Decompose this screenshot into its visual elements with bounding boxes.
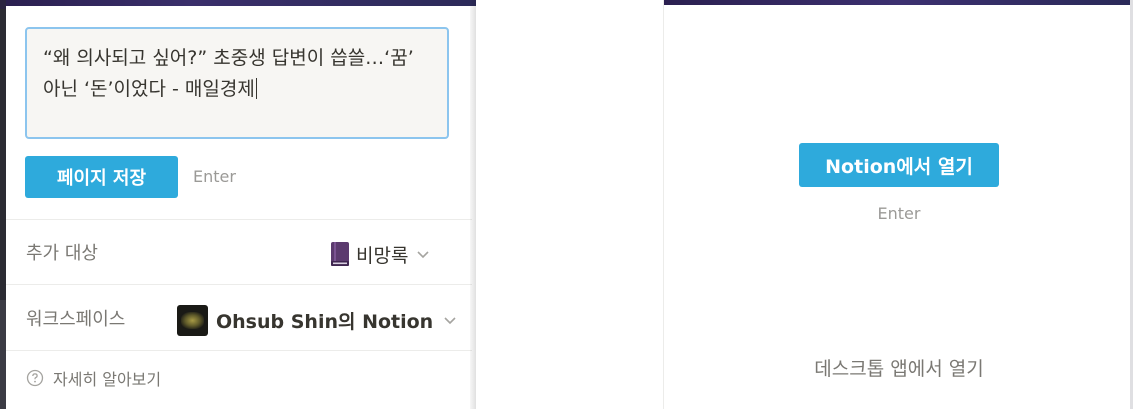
workspace-select[interactable]: Ohsub Shin의 Notion (177, 304, 457, 336)
book-icon (331, 242, 349, 266)
add-to-value: 비망록 (356, 244, 409, 267)
save-shortcut-hint: Enter (193, 167, 236, 186)
save-page-button[interactable]: 페이지 저장 (25, 156, 178, 198)
add-to-label: 추가 대상 (26, 243, 98, 264)
learn-more-link[interactable]: 자세히 알아보기 (26, 366, 161, 390)
divider (6, 284, 472, 285)
chevron-down-icon (444, 317, 456, 325)
learn-more-label: 자세히 알아보기 (53, 370, 162, 389)
window-right-shadow (470, 0, 476, 409)
window-top-edge (664, 0, 1133, 5)
page-title-text[interactable]: “왜 의사되고 싶어?” 초중생 답변이 씁쓸…‘꿈’ 아닌 ‘돈’이었다 - … (43, 43, 433, 105)
workspace-value: Ohsub Shin의 Notion (216, 310, 434, 333)
chevron-down-icon (417, 251, 430, 259)
clipper-window: “왜 의사되고 싶어?” 초중생 답변이 씁쓸…‘꿈’ 아닌 ‘돈’이었다 - … (0, 0, 476, 409)
clipper-popup: “왜 의사되고 싶어?” 초중생 답변이 씁쓸…‘꿈’ 아닌 ‘돈’이었다 - … (6, 6, 472, 409)
add-to-select[interactable]: 비망록 (330, 238, 430, 270)
open-in-desktop-app-link[interactable]: 데스크톱 앱에서 열기 (664, 354, 1133, 381)
help-circle-icon (26, 369, 44, 387)
text-caret (255, 78, 257, 99)
workspace-label: 워크스페이스 (26, 309, 126, 330)
page-title-value: “왜 의사되고 싶어?” 초중생 답변이 씁쓸…‘꿈’ 아닌 ‘돈’이었다 - … (43, 47, 414, 100)
open-shortcut-hint: Enter (877, 204, 921, 223)
open-panel: Notion에서 열기 Enter 데스크톱 앱에서 열기 (663, 0, 1133, 409)
open-in-notion-button[interactable]: Notion에서 열기 (799, 143, 999, 187)
divider (6, 350, 472, 351)
divider (6, 219, 472, 220)
workspace-avatar (177, 304, 208, 336)
page-title-input[interactable]: “왜 의사되고 싶어?” 초중생 답변이 씁쓸…‘꿈’ 아닌 ‘돈’이었다 - … (25, 27, 449, 139)
